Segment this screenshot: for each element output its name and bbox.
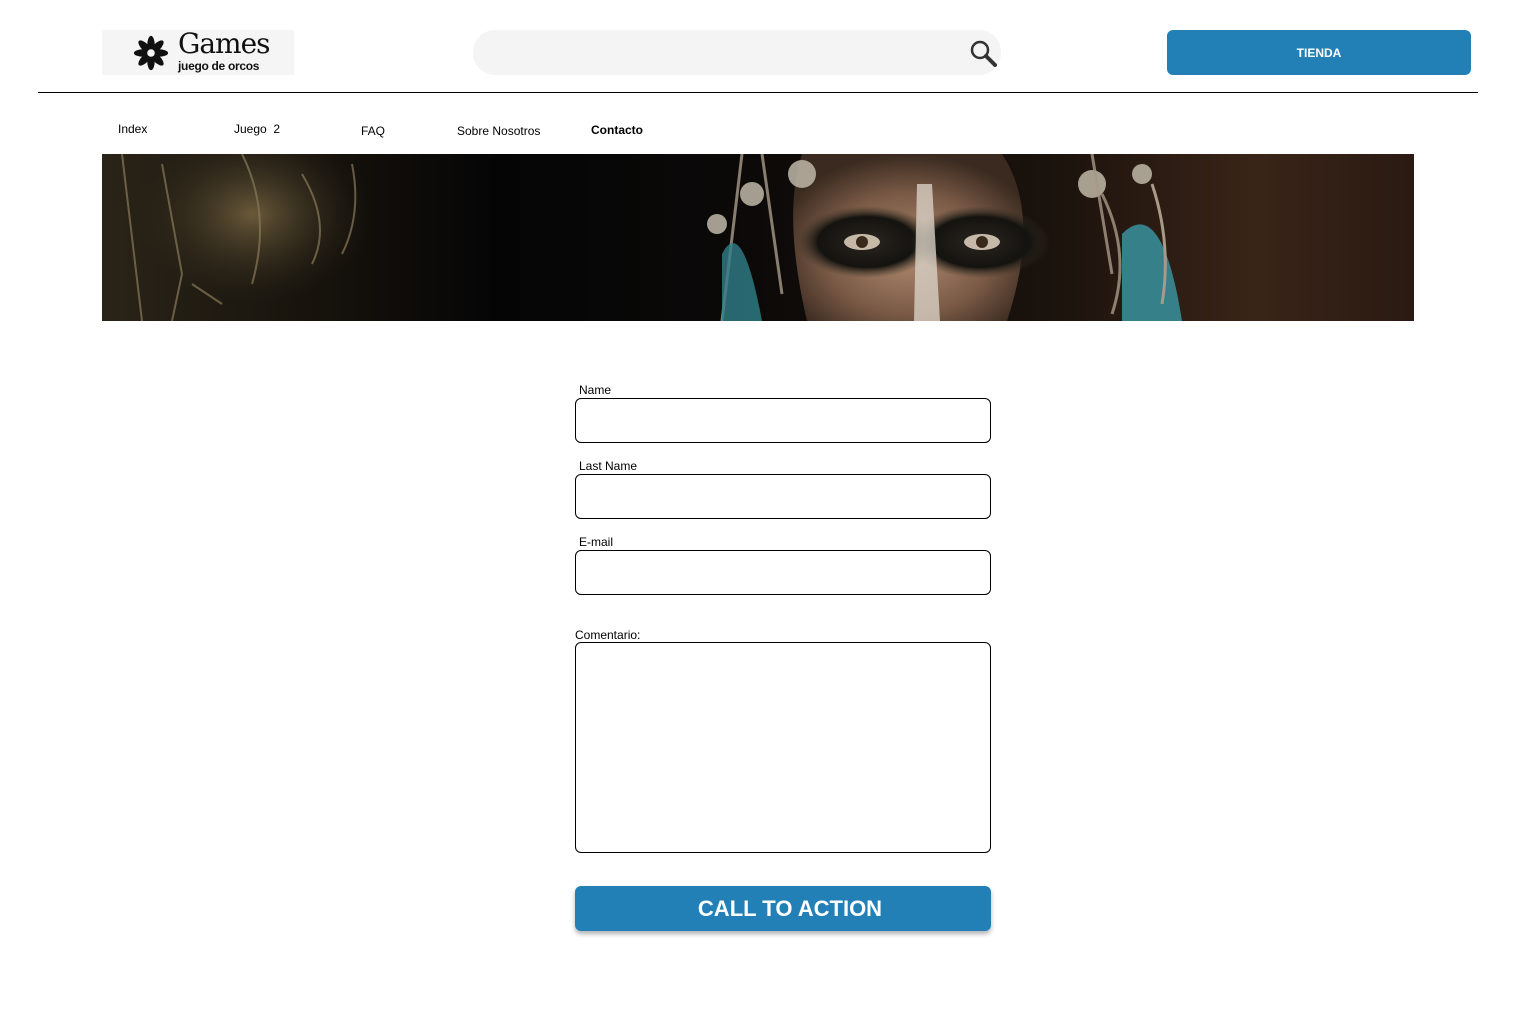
nav-item-faq[interactable]: FAQ: [361, 124, 385, 138]
last-name-label: Last Name: [579, 459, 638, 473]
nav-item-index[interactable]: Index: [118, 122, 147, 136]
search-icon[interactable]: [969, 39, 997, 67]
call-to-action-button[interactable]: CALL TO ACTION: [575, 886, 991, 931]
email-label: E-mail: [579, 535, 614, 549]
search-bar: [473, 30, 1001, 77]
last-name-field[interactable]: [575, 474, 991, 519]
nav-item-contacto[interactable]: Contacto: [591, 123, 643, 137]
search-input[interactable]: [493, 30, 957, 77]
logo-brand: Games: [178, 26, 271, 60]
banner-image: [102, 154, 1414, 321]
name-field[interactable]: [575, 398, 991, 443]
name-label: Name: [579, 383, 612, 397]
header-divider: [38, 92, 1478, 93]
flower-logo-icon: [133, 35, 169, 70]
nav-item-sobre-nosotros[interactable]: Sobre Nosotros: [457, 124, 540, 138]
email-field[interactable]: [575, 550, 991, 595]
logo[interactable]: Games juego de orcos: [102, 26, 294, 75]
store-button[interactable]: TIENDA: [1167, 30, 1471, 75]
logo-tagline: juego de orcos: [178, 58, 260, 73]
nav-item-juego-2[interactable]: Juego 2: [234, 122, 280, 136]
orc-warrior-banner-image: [102, 154, 1414, 321]
comment-textarea[interactable]: [575, 642, 991, 853]
comment-label: Comentario:: [575, 628, 641, 642]
